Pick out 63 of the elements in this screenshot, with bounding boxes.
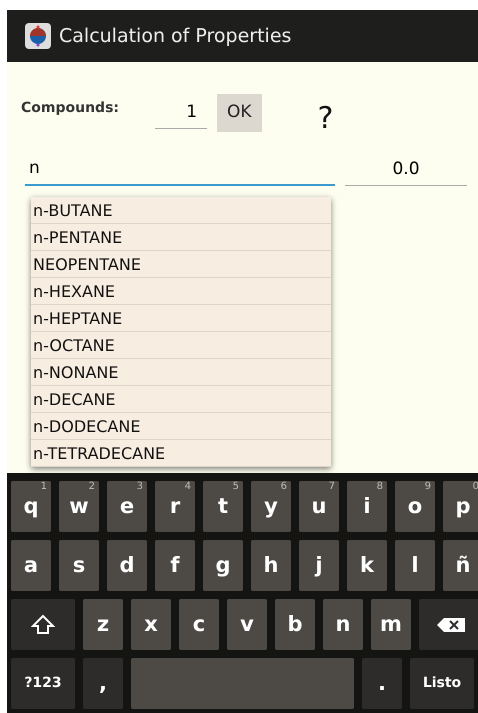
key[interactable]: c	[179, 599, 219, 650]
window-title: Calculation of Properties	[59, 24, 292, 49]
key[interactable]: h	[251, 540, 291, 591]
key[interactable]: j	[299, 540, 339, 591]
key[interactable]: d	[107, 540, 147, 591]
suggestion-item[interactable]: n-NONANE	[31, 359, 331, 386]
key-hint: 8	[376, 481, 383, 492]
key[interactable]: k	[347, 540, 387, 591]
key-hint: 7	[328, 481, 335, 492]
count-field[interactable]: 1	[155, 100, 208, 128]
key[interactable]: r 4	[155, 481, 195, 532]
key[interactable]: ñ	[443, 540, 478, 591]
app-icon	[25, 23, 51, 49]
suggestion-item[interactable]: n-HEPTANE	[31, 305, 331, 332]
key[interactable]: w 2	[59, 481, 99, 532]
key[interactable]: y 6	[251, 481, 291, 532]
help-mark: ?	[318, 104, 334, 134]
key-hint: 0	[472, 481, 478, 492]
shift-icon	[31, 614, 55, 636]
key-hint: 2	[88, 481, 95, 492]
key-hint: 5	[232, 481, 239, 492]
mode-key[interactable]: ?123	[11, 658, 75, 709]
key[interactable]: z	[83, 599, 123, 650]
key[interactable]: n	[323, 599, 363, 650]
key[interactable]: l	[395, 540, 435, 591]
suggestion-item[interactable]: n-HEXANE	[31, 278, 331, 305]
key[interactable]: o 9	[395, 481, 435, 532]
result-field[interactable]: 0.0	[345, 155, 467, 186]
suggestion-item[interactable]: n-TETRADECANE	[31, 440, 331, 467]
suggestion-item[interactable]: n-OCTANE	[31, 332, 331, 359]
key[interactable]: t 5	[203, 481, 243, 532]
backspace-key[interactable]	[419, 599, 478, 650]
key-hint: 9	[424, 481, 431, 492]
key[interactable]: f	[155, 540, 195, 591]
key[interactable]: p 0	[443, 481, 478, 532]
key[interactable]: x	[131, 599, 171, 650]
key[interactable]: a	[11, 540, 51, 591]
suggestion-item[interactable]: n-DODECANE	[31, 413, 331, 440]
search-field[interactable]: n	[25, 154, 335, 186]
shift-key[interactable]	[11, 599, 75, 650]
key[interactable]: v	[227, 599, 267, 650]
key[interactable]: b	[275, 599, 315, 650]
done-key[interactable]: Listo	[410, 658, 474, 709]
backspace-icon	[436, 616, 466, 632]
key-hint: 1	[40, 481, 47, 492]
key[interactable]: s	[59, 540, 99, 591]
suggestion-item[interactable]: NEOPENTANE	[31, 251, 331, 278]
key[interactable]: g	[203, 540, 243, 591]
key[interactable]: u 7	[299, 481, 339, 532]
suggestion-item[interactable]: n-BUTANE	[31, 197, 331, 224]
key-hint: 6	[280, 481, 287, 492]
key[interactable]: q 1	[11, 481, 51, 532]
ok-button[interactable]: OK	[217, 94, 262, 132]
key-hint: 3	[136, 481, 143, 492]
key[interactable]: m	[371, 599, 411, 650]
compounds-label: Compounds:	[21, 99, 120, 118]
key-hint: 4	[184, 481, 191, 492]
suggestion-item[interactable]: n-DECANE	[31, 386, 331, 413]
key[interactable]: .	[362, 658, 402, 709]
key[interactable]: e 3	[107, 481, 147, 532]
key[interactable]: ,	[83, 658, 123, 709]
suggestion-item[interactable]: n-PENTANE	[31, 224, 331, 251]
key[interactable]: i 8	[347, 481, 387, 532]
